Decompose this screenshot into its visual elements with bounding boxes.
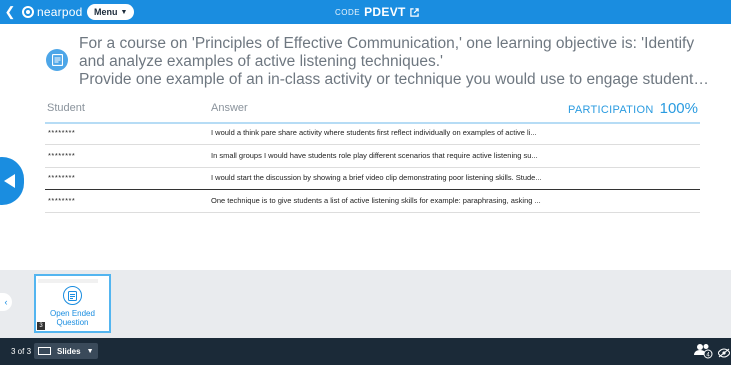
code-value: PDEVT [364,5,406,19]
thumbnail-label: Open Ended Question [50,309,95,327]
student-name: ******** [48,196,76,205]
thumbnail-number: 3 [37,322,45,330]
slide-thumbnail[interactable]: Open Ended Question 3 [34,274,111,333]
students-icon: 4 [694,344,713,359]
code-label: CODE [335,7,361,17]
question-prompt: Provide one example of an in-class activ… [79,71,709,88]
responses-table-header: Student Answer PARTICIPATION 100% [45,100,700,124]
menu-label: Menu [94,7,118,17]
caret-down-icon: ▼ [86,347,94,355]
table-row[interactable]: ******** I would a think pare share acti… [45,122,700,145]
answer-text: One technique is to give students a list… [211,196,541,205]
participation-label: PARTICIPATION [568,104,654,116]
open-ended-question-icon [63,286,82,305]
student-name: ******** [48,173,76,182]
table-row[interactable]: ******** In small groups I would have st… [45,145,700,168]
nearpod-logo: nearpod [22,5,82,19]
answer-text: I would a think pare share activity wher… [211,128,537,137]
column-header-answer: Answer [211,102,248,114]
answer-text: In small groups I would have students ro… [211,151,538,160]
column-header-student: Student [47,102,85,114]
question-text: For a course on 'Principles of Effective… [79,35,695,70]
menu-button[interactable]: Menu ▼ [87,4,135,20]
question-type-icon [46,49,68,71]
back-icon[interactable]: ❮ [0,0,20,24]
external-link-icon [409,7,419,17]
participation-value: 100% [659,100,698,117]
logo-mark-icon [22,6,34,18]
slides-icon [38,347,51,355]
session-code[interactable]: CODE PDEVT [335,5,419,19]
thumbnail-preview [38,279,98,283]
student-name: ******** [48,128,76,137]
table-row[interactable]: ******** One technique is to give studen… [45,189,700,213]
slides-toggle-button[interactable]: Slides ▼ [34,343,98,359]
page-count: 3 of 3 [11,347,32,356]
previous-slide-button[interactable] [0,157,24,205]
arrow-left-icon [4,174,15,188]
top-bar: ❮ nearpod Menu ▼ CODE PDEVT [0,0,731,24]
participation-indicator: PARTICIPATION 100% [568,100,698,117]
students-button[interactable]: 4 [694,343,714,364]
slides-label: Slides [57,346,81,356]
student-name: ******** [48,151,76,160]
answer-text: I would start the discussion by showing … [211,173,542,182]
bottom-bar: 3 of 3 Slides ▼ 4 [0,338,731,365]
eye-icon[interactable] [717,345,731,363]
table-row[interactable]: ******** I would start the discussion by… [45,167,700,190]
logo-text: nearpod [37,5,83,19]
caret-down-icon: ▼ [120,8,128,16]
